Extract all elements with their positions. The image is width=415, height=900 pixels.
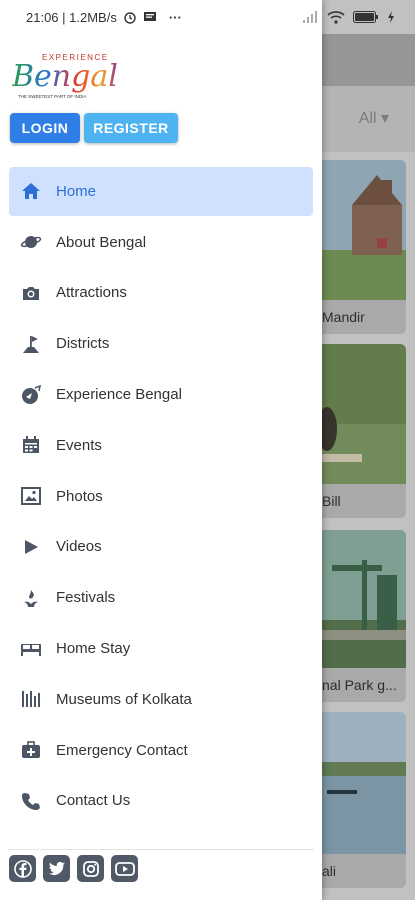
bed-icon <box>20 638 42 660</box>
menu-item-districts[interactable]: Districts <box>0 318 322 369</box>
social-links <box>9 855 138 882</box>
explore-icon <box>20 384 42 406</box>
photos-icon <box>20 485 42 507</box>
planet-icon <box>20 231 42 253</box>
menu-item-home[interactable]: Home <box>0 166 322 217</box>
menu-item-photos[interactable]: Photos <box>0 471 322 522</box>
youtube-icon[interactable] <box>111 855 138 882</box>
svg-text:THE SWEETEST PART OF INDIA: THE SWEETEST PART OF INDIA <box>18 94 86 99</box>
menu-item-label: Events <box>56 436 102 454</box>
register-button[interactable]: REGISTER <box>84 113 178 143</box>
phone-icon <box>20 790 42 812</box>
battery-icon <box>353 11 378 23</box>
alarm-icon <box>124 12 136 24</box>
museum-icon <box>20 688 42 710</box>
menu-item-label: Home <box>56 182 97 200</box>
menu-item-label: Festivals <box>56 589 116 607</box>
navigation-drawer: EXPERIENCE Bengal THE SWEETEST PART OF I… <box>0 0 322 900</box>
drawer-scrim[interactable] <box>322 0 415 900</box>
more-dots: ··· <box>168 9 182 25</box>
menu-item-label: Museums of Kolkata <box>56 690 192 708</box>
menu-item-label: Home Stay <box>56 640 131 658</box>
svg-text:Bengal: Bengal <box>12 59 118 94</box>
menu-item-events[interactable]: Events <box>0 420 322 471</box>
home-icon <box>20 180 42 202</box>
menu-item-label: Attractions <box>56 284 127 302</box>
menu-item-attractions[interactable]: Attractions <box>0 268 322 319</box>
menu-item-videos[interactable]: Videos <box>0 522 322 573</box>
status-bar: 21:06 | 1.2MB/s ··· <box>0 0 415 34</box>
menu-item-festivals[interactable]: Festivals <box>0 572 322 623</box>
drawer-divider <box>8 849 314 850</box>
camera-icon <box>20 282 42 304</box>
status-time: 21:06 | 1.2MB/s <box>26 9 117 25</box>
medical-kit-icon <box>20 739 42 761</box>
drawer-menu: Home About Bengal Attractions Districts <box>0 166 322 826</box>
menu-item-label: Experience Bengal <box>56 386 182 404</box>
menu-item-emergency-contact[interactable]: Emergency Contact <box>0 725 322 776</box>
message-icon <box>143 12 156 21</box>
twitter-icon[interactable] <box>43 855 70 882</box>
menu-item-museums[interactable]: Museums of Kolkata <box>0 674 322 725</box>
menu-item-label: About Bengal <box>56 233 147 251</box>
experience-bengal-logo: EXPERIENCE Bengal THE SWEETEST PART OF I… <box>11 50 142 106</box>
play-icon <box>20 536 42 558</box>
facebook-icon[interactable] <box>9 855 36 882</box>
festival-icon <box>20 587 42 609</box>
wifi-icon <box>327 10 345 24</box>
login-button[interactable]: LOGIN <box>10 113 80 143</box>
menu-item-experience-bengal[interactable]: Experience Bengal <box>0 369 322 420</box>
menu-item-label: Contact Us <box>56 792 131 810</box>
menu-item-home-stay[interactable]: Home Stay <box>0 623 322 674</box>
calendar-icon <box>20 434 42 456</box>
menu-item-label: Photos <box>56 487 103 505</box>
menu-item-about-bengal[interactable]: About Bengal <box>0 217 322 268</box>
menu-item-label: Emergency Contact <box>56 741 188 759</box>
logo-graphic: EXPERIENCE Bengal THE SWEETEST PART OF I… <box>11 53 118 99</box>
charging-icon <box>388 11 394 23</box>
signal-icon <box>303 11 317 23</box>
flag-icon <box>20 333 42 355</box>
menu-item-label: Videos <box>56 538 102 556</box>
menu-item-label: Districts <box>56 335 110 353</box>
menu-item-contact-us[interactable]: Contact Us <box>0 776 322 827</box>
instagram-icon[interactable] <box>77 855 104 882</box>
